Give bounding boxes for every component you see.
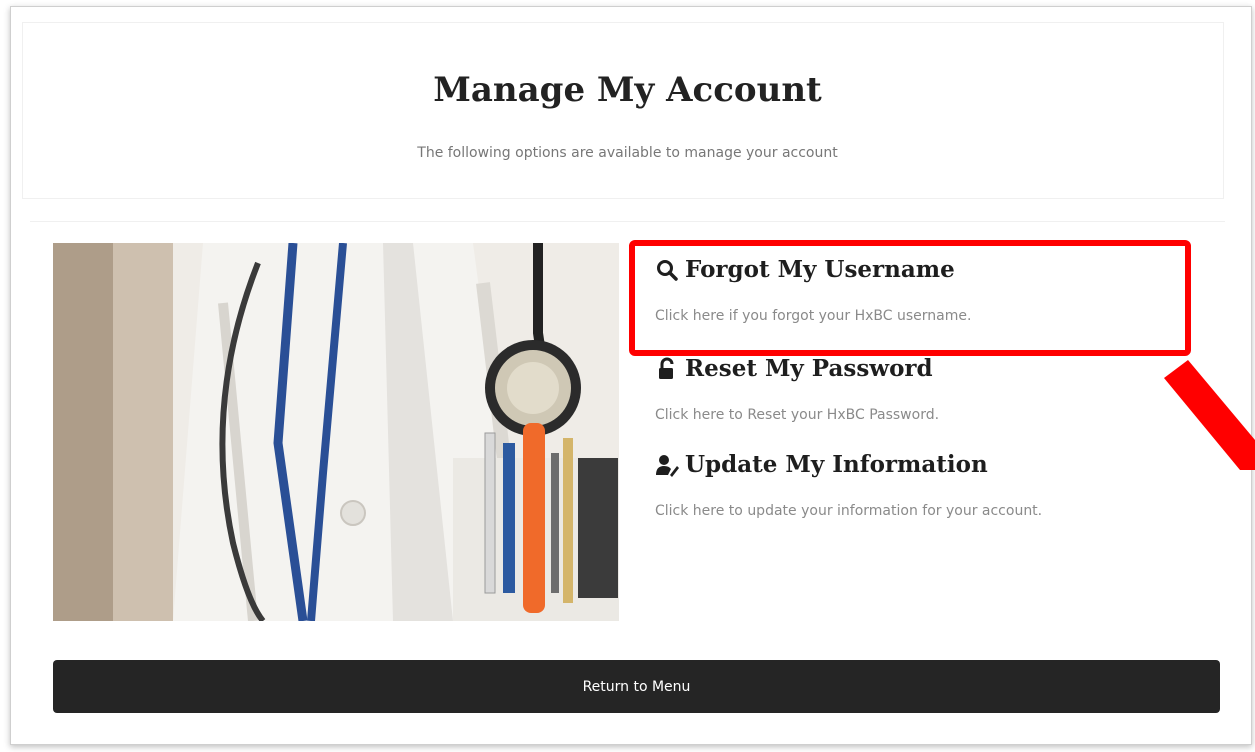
update-information-description[interactable]: Click here to update your information fo…: [655, 502, 1215, 520]
forgot-username-option[interactable]: Forgot My Username Click here if you for…: [655, 255, 1215, 325]
reset-password-title: Reset My Password: [685, 355, 933, 382]
update-information-title: Update My Information: [685, 451, 988, 478]
search-icon: [657, 260, 678, 281]
reset-password-title-row: Reset My Password: [655, 354, 1215, 384]
reset-password-description[interactable]: Click here to Reset your HxBC Password.: [655, 406, 1215, 424]
update-information-option[interactable]: Update My Information Click here to upda…: [655, 450, 1215, 520]
divider: [30, 221, 1225, 222]
user-edit-icon: [656, 455, 679, 477]
doctor-photo: [53, 243, 619, 621]
page-title: Manage My Account: [433, 70, 822, 110]
header-card: [22, 22, 1224, 199]
unlock-icon: [659, 357, 674, 379]
forgot-username-title-row: Forgot My Username: [655, 255, 1215, 285]
return-to-menu-button[interactable]: Return to Menu: [53, 660, 1220, 713]
reset-password-option[interactable]: Reset My Password Click here to Reset yo…: [655, 354, 1215, 424]
forgot-username-title: Forgot My Username: [685, 256, 955, 283]
update-information-title-row: Update My Information: [655, 450, 1215, 480]
page-subtitle: The following options are available to m…: [417, 145, 838, 161]
forgot-username-description[interactable]: Click here if you forgot your HxBC usern…: [655, 307, 1215, 325]
